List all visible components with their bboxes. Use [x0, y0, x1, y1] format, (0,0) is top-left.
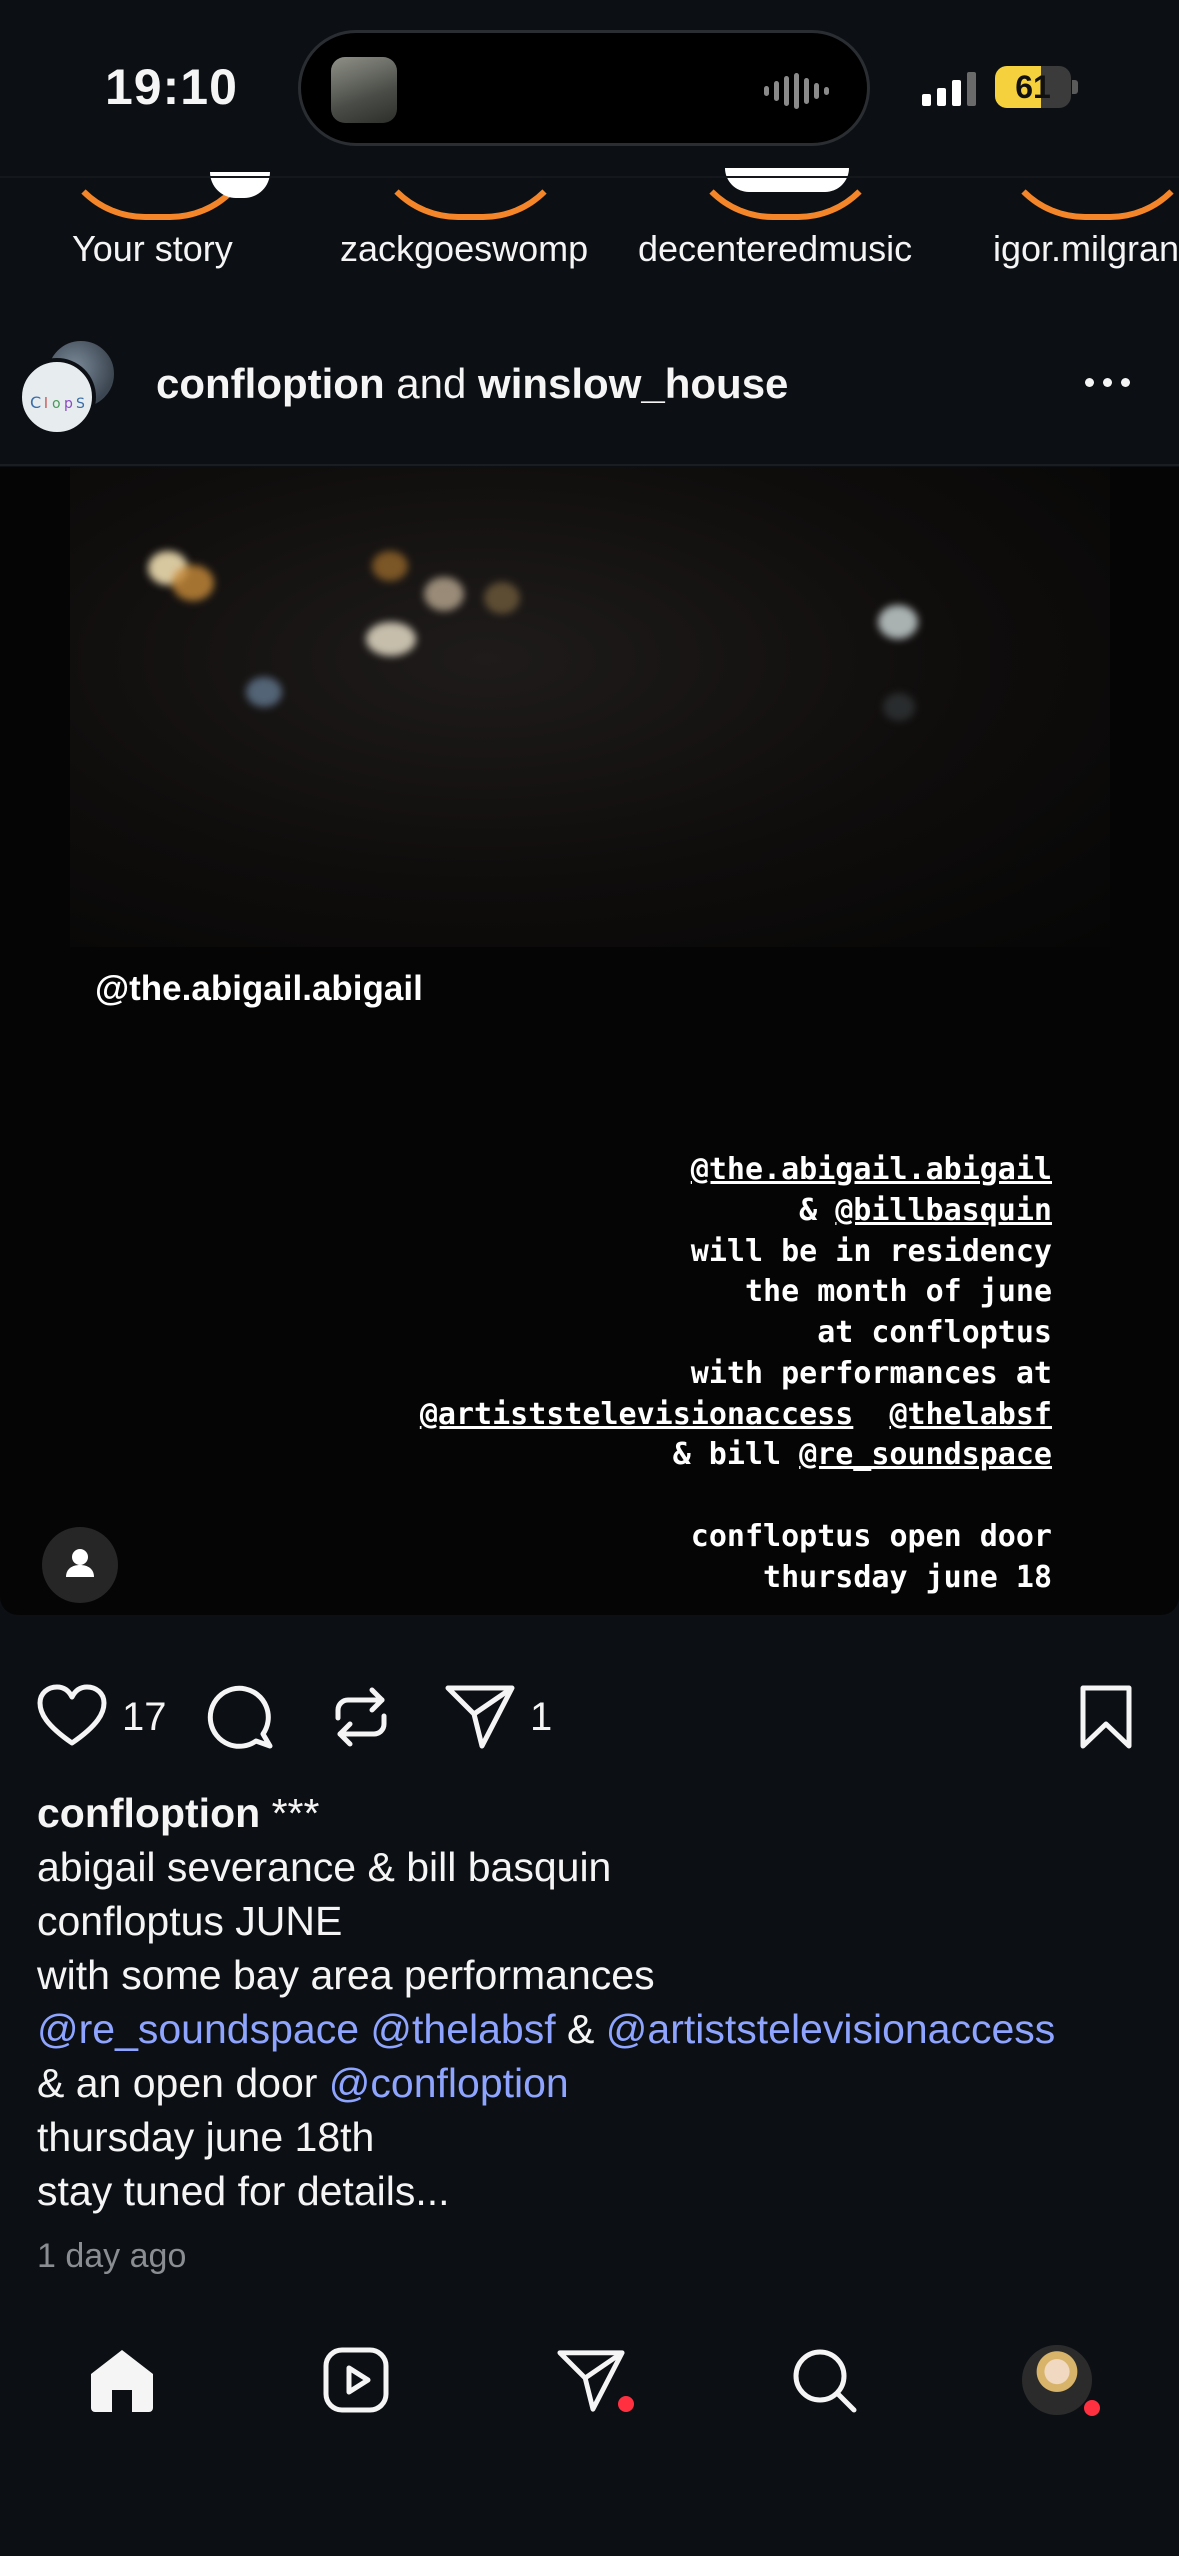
battery-level: 61 [1015, 69, 1051, 105]
svg-text:S: S [76, 396, 85, 412]
like-count[interactable]: 17 [122, 1695, 167, 1740]
svg-text:o: o [52, 396, 61, 412]
story-ring-igor[interactable] [995, 130, 1179, 220]
flyer-mention[interactable]: @thelabsf [889, 1397, 1052, 1432]
svg-text:C: C [30, 393, 41, 412]
flyer-text: & [799, 1193, 836, 1228]
flyer-text-line: the month of june [744, 1274, 1052, 1309]
signal-icon [922, 70, 976, 106]
collab-username[interactable]: winslow_house [478, 360, 788, 407]
bokeh-light [366, 622, 416, 656]
bokeh-light [246, 677, 282, 707]
flyer-mention[interactable]: @the.abigail.abigail [691, 1152, 1052, 1187]
flyer-text-line: & bill @re_soundspace [673, 1435, 1052, 1476]
bokeh-light [878, 605, 918, 639]
bokeh-light [424, 577, 464, 611]
caption-line: stay tuned for details... [37, 2168, 450, 2214]
svg-text:p: p [64, 396, 73, 412]
flyer-text-line: at confloptus [817, 1315, 1052, 1350]
audio-wave-icon [764, 73, 829, 109]
caption-line: & an open door @confloption [37, 2060, 569, 2107]
notification-dot [1084, 2400, 1100, 2416]
post-divider [0, 464, 1179, 466]
caption-line: with some bay area performances [37, 1952, 655, 1998]
flyer-text-line: will be in residency [690, 1234, 1052, 1269]
reels-icon[interactable] [322, 2346, 390, 2414]
home-icon[interactable] [87, 2346, 157, 2414]
caption-text: & [555, 2006, 606, 2052]
header-divider [0, 176, 1179, 178]
dynamic-island[interactable] [298, 30, 870, 146]
story-avatar [725, 168, 849, 192]
post-authors: confloption and winslow_house [156, 360, 788, 408]
like-icon[interactable] [36, 1683, 108, 1749]
comment-icon[interactable] [206, 1684, 276, 1750]
story-label[interactable]: Your story [72, 228, 233, 270]
caption-username[interactable]: confloption [37, 1790, 260, 1836]
person-icon [66, 1549, 94, 1577]
flyer-text-line: @artiststelevisionaccess @thelabsf [420, 1395, 1052, 1436]
flyer-text-line: & @billbasquin [799, 1191, 1052, 1232]
collab-avatar-primary[interactable]: ClopS [18, 358, 96, 436]
flyer-text: & bill [672, 1437, 800, 1472]
caption-line: @re_soundspace @thelabsf & @artiststelev… [37, 2006, 1055, 2053]
battery-cap [1072, 80, 1078, 94]
flyer-mention[interactable]: @artiststelevisionaccess [420, 1397, 853, 1432]
caption-line: confloptus JUNE [37, 1898, 343, 1944]
caption-mention[interactable]: @thelabsf [370, 2006, 555, 2052]
caption-line: confloption *** [37, 1790, 319, 1837]
flyer-mention[interactable]: @billbasquin [835, 1193, 1052, 1228]
blurred-photo [70, 467, 1110, 947]
flyer-text-line: @the.abigail.abigail [691, 1150, 1052, 1191]
caption-text: *** [260, 1790, 320, 1836]
bokeh-light [883, 693, 915, 721]
author-username[interactable]: confloption [156, 360, 385, 407]
caption-mention[interactable]: @confloption [329, 2060, 569, 2106]
share-icon[interactable] [444, 1682, 516, 1750]
share-count[interactable]: 1 [530, 1695, 552, 1740]
flyer-text-line: thursday june 18 [763, 1560, 1052, 1595]
flyer-mention[interactable]: @re_soundspace [799, 1437, 1052, 1472]
save-bookmark-icon[interactable] [1078, 1684, 1134, 1750]
notification-dot [618, 2396, 634, 2412]
now-playing-thumbnail [331, 57, 397, 123]
bokeh-light [484, 582, 520, 614]
author-join: and [384, 360, 479, 407]
bokeh-light [172, 565, 214, 601]
story-ring-zackgoeswomp[interactable] [368, 130, 573, 220]
story-label[interactable]: decenteredmusic [638, 228, 912, 270]
caption-line: abigail severance & bill basquin [37, 1844, 612, 1890]
avatar[interactable] [1022, 2345, 1092, 2415]
flyer-text-line: confloptus open door [690, 1519, 1052, 1554]
status-time: 19:10 [105, 59, 238, 115]
story-label[interactable]: zackgoeswomp [340, 228, 588, 270]
search-icon[interactable] [790, 2346, 858, 2414]
media-tag-text[interactable]: @the.abigail.abigail [95, 969, 423, 1009]
post-timestamp: 1 day ago [37, 2237, 187, 2275]
battery-icon: 61 [995, 66, 1071, 108]
svg-text:l: l [44, 396, 48, 412]
tagged-people-button[interactable] [42, 1527, 118, 1603]
story-label[interactable]: igor.milgran [993, 228, 1179, 270]
caption-text: & an open door [37, 2060, 329, 2106]
direct-send-icon[interactable] [556, 2346, 626, 2414]
more-options-icon[interactable] [1085, 378, 1130, 387]
caption-mention[interactable]: @artiststelevisionaccess [606, 2006, 1056, 2052]
post-media[interactable]: @the.abigail.abigail @the.abigail.abigai… [0, 467, 1179, 1615]
caption-line: thursday june 18th [37, 2114, 375, 2160]
bokeh-light [372, 551, 408, 581]
repost-icon[interactable] [328, 1684, 394, 1750]
caption-mention[interactable]: @re_soundspace [37, 2006, 359, 2052]
flyer-text-line: with performances at [690, 1356, 1052, 1391]
